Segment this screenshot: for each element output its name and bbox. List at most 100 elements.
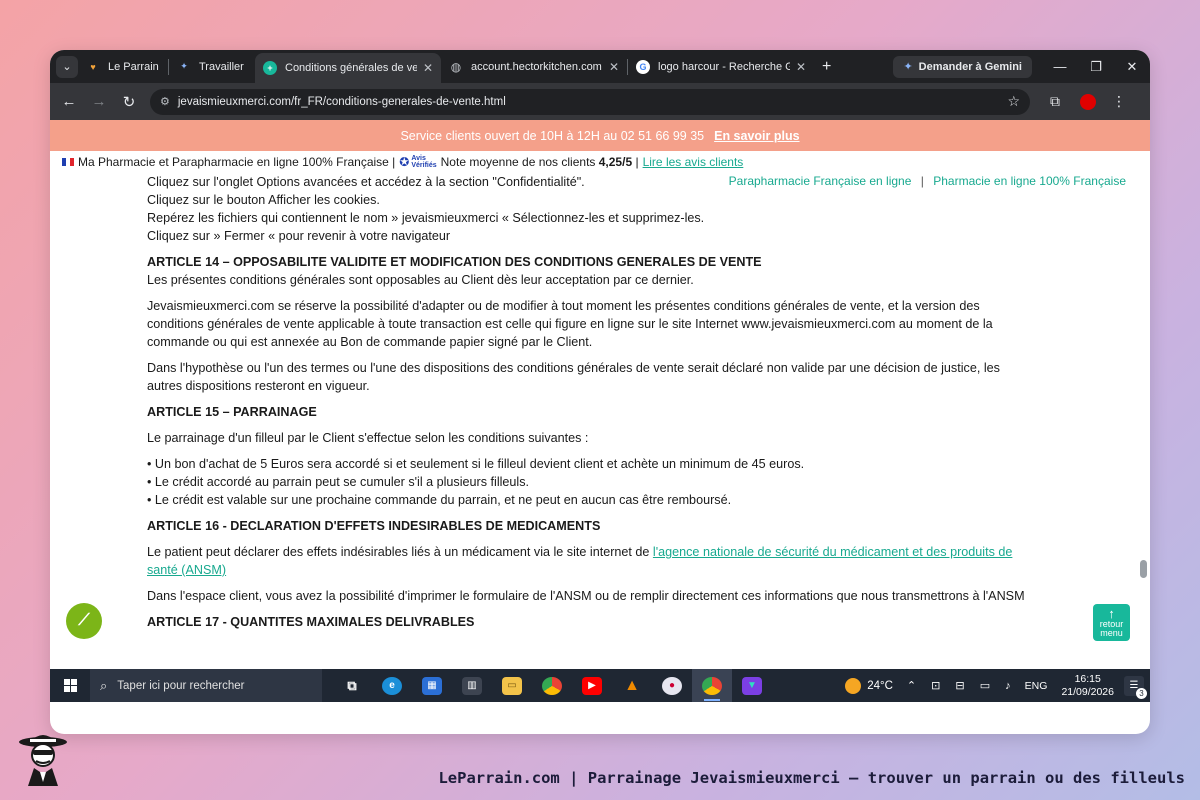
article-16-paragraph: Dans l'espace client, vous avez la possi… bbox=[147, 589, 1025, 603]
language-indicator[interactable]: ENG bbox=[1025, 680, 1048, 692]
tab-close-icon[interactable]: ✕ bbox=[796, 60, 806, 74]
restore-icon[interactable]: ❐ bbox=[1078, 59, 1114, 75]
article-14-heading: ARTICLE 14 – OPPOSABILITE VALIDITE ET MO… bbox=[147, 255, 762, 269]
avis-logo-line1: Avis bbox=[411, 155, 426, 162]
trust-bar: Ma Pharmacie et Parapharmacie en ligne 1… bbox=[50, 151, 1150, 173]
notification-center-icon[interactable]: ☰ 3 bbox=[1124, 675, 1147, 699]
article-15-bullet: • Le crédit accordé au parrain peut se c… bbox=[147, 475, 530, 489]
article-16-text: Le patient peut déclarer des effets indé… bbox=[147, 545, 650, 559]
address-bar[interactable]: ⚙ jevaismieuxmerci.com/fr_FR/conditions-… bbox=[150, 88, 1030, 115]
vpn-app-icon[interactable]: ▼ bbox=[732, 669, 772, 702]
reload-icon[interactable]: ↻ bbox=[114, 93, 144, 111]
back-to-menu-label: menu bbox=[1100, 628, 1123, 638]
clock[interactable]: 16:15 21/09/2026 bbox=[1061, 673, 1114, 699]
windows-logo-icon bbox=[63, 679, 77, 692]
chrome-active-icon[interactable] bbox=[692, 669, 732, 702]
leaf-widget-button[interactable]: ⟋ bbox=[66, 603, 102, 639]
avis-logo-line2: Vérifiés bbox=[411, 162, 437, 169]
tab-logo-harcour[interactable]: G logo harcour - Recherche Goo ✕ bbox=[628, 50, 814, 83]
forward-arrow-icon[interactable]: → bbox=[84, 93, 114, 110]
page-scrollbar-thumb[interactable] bbox=[1140, 560, 1147, 578]
french-flag-icon bbox=[62, 158, 74, 166]
promo-text: Service clients ouvert de 10H à 12H au 0… bbox=[400, 128, 705, 143]
tab-label: Conditions générales de vente bbox=[285, 62, 417, 74]
tab-hectorkitchen[interactable]: ◍ account.hectorkitchen.com ✕ bbox=[441, 50, 627, 83]
tab-label: logo harcour - Recherche Goo bbox=[658, 60, 790, 73]
tab-le-parrain[interactable]: ♥ Le Parrain - L bbox=[78, 50, 168, 83]
screenshot-card: ⌄ ♥ Le Parrain - L ✦ Travailler sur + Co… bbox=[50, 50, 1150, 734]
google-icon: G bbox=[636, 59, 650, 74]
back-to-menu-button[interactable]: ↑ retour menu bbox=[1093, 604, 1130, 641]
trust-text: Ma Pharmacie et Parapharmacie en ligne 1… bbox=[78, 155, 396, 169]
browser-menu-icon[interactable]: ⋮ bbox=[1104, 93, 1134, 110]
leparrain-icon: ♥ bbox=[90, 61, 96, 72]
site-settings-icon[interactable]: ⚙ bbox=[160, 95, 170, 108]
task-view-icon[interactable]: ⧉ bbox=[332, 669, 372, 702]
article-15-intro: Le parrainage d'un filleul par le Client… bbox=[147, 431, 589, 445]
tray-status-icons[interactable]: ⌃ ⊡ ⊟ ▭ ♪ bbox=[907, 679, 1017, 692]
article-16-heading: ARTICLE 16 - DECLARATION D'EFFETS INDESI… bbox=[147, 519, 601, 533]
avis-star-icon: ✪ bbox=[399, 154, 410, 169]
instruction-line: Repérez les fichiers qui contiennent le … bbox=[147, 211, 705, 225]
tab-travailler[interactable]: ✦ Travailler sur bbox=[169, 50, 255, 83]
globe-icon: ◍ bbox=[450, 59, 462, 74]
paint-icon[interactable]: ● bbox=[652, 669, 692, 702]
footer-caption: LeParrain.com | Parrainage Jevaismieuxme… bbox=[438, 769, 1185, 787]
tab-search-dropdown[interactable]: ⌄ bbox=[56, 55, 78, 78]
search-placeholder: Taper ici pour rechercher bbox=[117, 679, 245, 692]
tab-conditions-generales[interactable]: + Conditions générales de vente ✕ bbox=[255, 53, 441, 83]
weather-temp: 24°C bbox=[867, 679, 893, 692]
back-arrow-icon[interactable]: ← bbox=[54, 93, 84, 110]
avis-verifies-logo: ✪ Avis Vérifiés bbox=[399, 155, 436, 169]
pharmacy-cross-icon: + bbox=[263, 61, 277, 75]
extensions-puzzle-icon[interactable]: ⧉ bbox=[1038, 93, 1072, 110]
pharmacie-link[interactable]: Pharmacie en ligne 100% Française bbox=[933, 174, 1126, 188]
browser-tab-bar: ⌄ ♥ Le Parrain - L ✦ Travailler sur + Co… bbox=[50, 50, 1150, 83]
chrome-icon[interactable] bbox=[532, 669, 572, 702]
instruction-line: Cliquez sur le bouton Afficher les cooki… bbox=[147, 193, 380, 207]
article-16-paragraph: Le patient peut déclarer des effets indé… bbox=[147, 543, 1027, 579]
edge-icon[interactable]: e bbox=[372, 669, 412, 702]
cgv-content: Cliquez sur l'onglet Options avancées et… bbox=[147, 173, 1027, 631]
gemini-star-icon: ✦ bbox=[903, 61, 913, 73]
article-15-heading: ARTICLE 15 – PARRAINAGE bbox=[147, 405, 317, 419]
tab-close-icon[interactable]: ✕ bbox=[423, 61, 433, 75]
rating-value: 4,25/5 bbox=[598, 155, 633, 169]
browser-toolbar: ← → ↻ ⚙ jevaismieuxmerci.com/fr_FR/condi… bbox=[50, 83, 1150, 120]
article-15-bullet: • Le crédit est valable sur une prochain… bbox=[147, 493, 732, 507]
file-explorer-icon[interactable]: ▭ bbox=[492, 669, 532, 702]
gemini-button[interactable]: ✦ Demander à Gemini bbox=[893, 55, 1032, 78]
tab-label: Travailler sur bbox=[199, 60, 247, 73]
notification-count: 3 bbox=[1136, 687, 1147, 699]
promo-banner: Service clients ouvert de 10H à 12H au 0… bbox=[50, 120, 1150, 151]
rating-text: Note moyenne de nos clients bbox=[440, 155, 596, 169]
parapharmacie-link[interactable]: Parapharmacie Française en ligne bbox=[729, 174, 912, 188]
article-14-paragraph: Jevaismieuxmerci.com se réserve la possi… bbox=[147, 299, 993, 349]
bookmark-star-icon[interactable]: ☆ bbox=[1007, 93, 1020, 110]
start-button[interactable] bbox=[50, 669, 90, 702]
new-tab-icon[interactable]: + bbox=[822, 58, 831, 76]
profile-avatar[interactable] bbox=[1080, 93, 1096, 110]
reviews-link[interactable]: Lire les avis clients bbox=[643, 155, 744, 169]
article-17-heading: ARTICLE 17 - QUANTITES MAXIMALES DELIVRA… bbox=[147, 615, 475, 629]
tab-close-icon[interactable]: ✕ bbox=[609, 60, 619, 74]
audio-app-icon[interactable]: ▥ bbox=[452, 669, 492, 702]
web-page: Service clients ouvert de 10H à 12H au 0… bbox=[50, 120, 1150, 669]
vlc-icon[interactable]: ▲ bbox=[612, 669, 652, 702]
url-text: jevaismieuxmerci.com/fr_FR/conditions-ge… bbox=[177, 95, 506, 108]
windows-taskbar: ⌕ Taper ici pour rechercher ⧉ e ▦ ▥ ▭ ▶ … bbox=[50, 669, 1150, 702]
search-icon: ⌕ bbox=[100, 677, 108, 693]
taskbar-search-box[interactable]: ⌕ Taper ici pour rechercher bbox=[90, 669, 322, 702]
weather-sun-icon bbox=[845, 677, 862, 694]
weather-widget[interactable]: 24°C bbox=[845, 677, 893, 694]
clock-date: 21/09/2026 bbox=[1061, 685, 1114, 698]
store-icon[interactable]: ▦ bbox=[412, 669, 452, 702]
category-links: Parapharmacie Française en ligne | Pharm… bbox=[728, 172, 1126, 190]
youtube-icon[interactable]: ▶ bbox=[572, 669, 612, 702]
gemini-label: Demander à Gemini bbox=[918, 60, 1022, 73]
close-window-icon[interactable]: ✕ bbox=[1114, 59, 1150, 75]
tab-label: account.hectorkitchen.com bbox=[471, 60, 602, 73]
article-14-paragraph: Les présentes conditions générales sont … bbox=[147, 273, 694, 287]
minimize-icon[interactable]: — bbox=[1042, 59, 1078, 74]
promo-learn-more-link[interactable]: En savoir plus bbox=[714, 129, 799, 143]
